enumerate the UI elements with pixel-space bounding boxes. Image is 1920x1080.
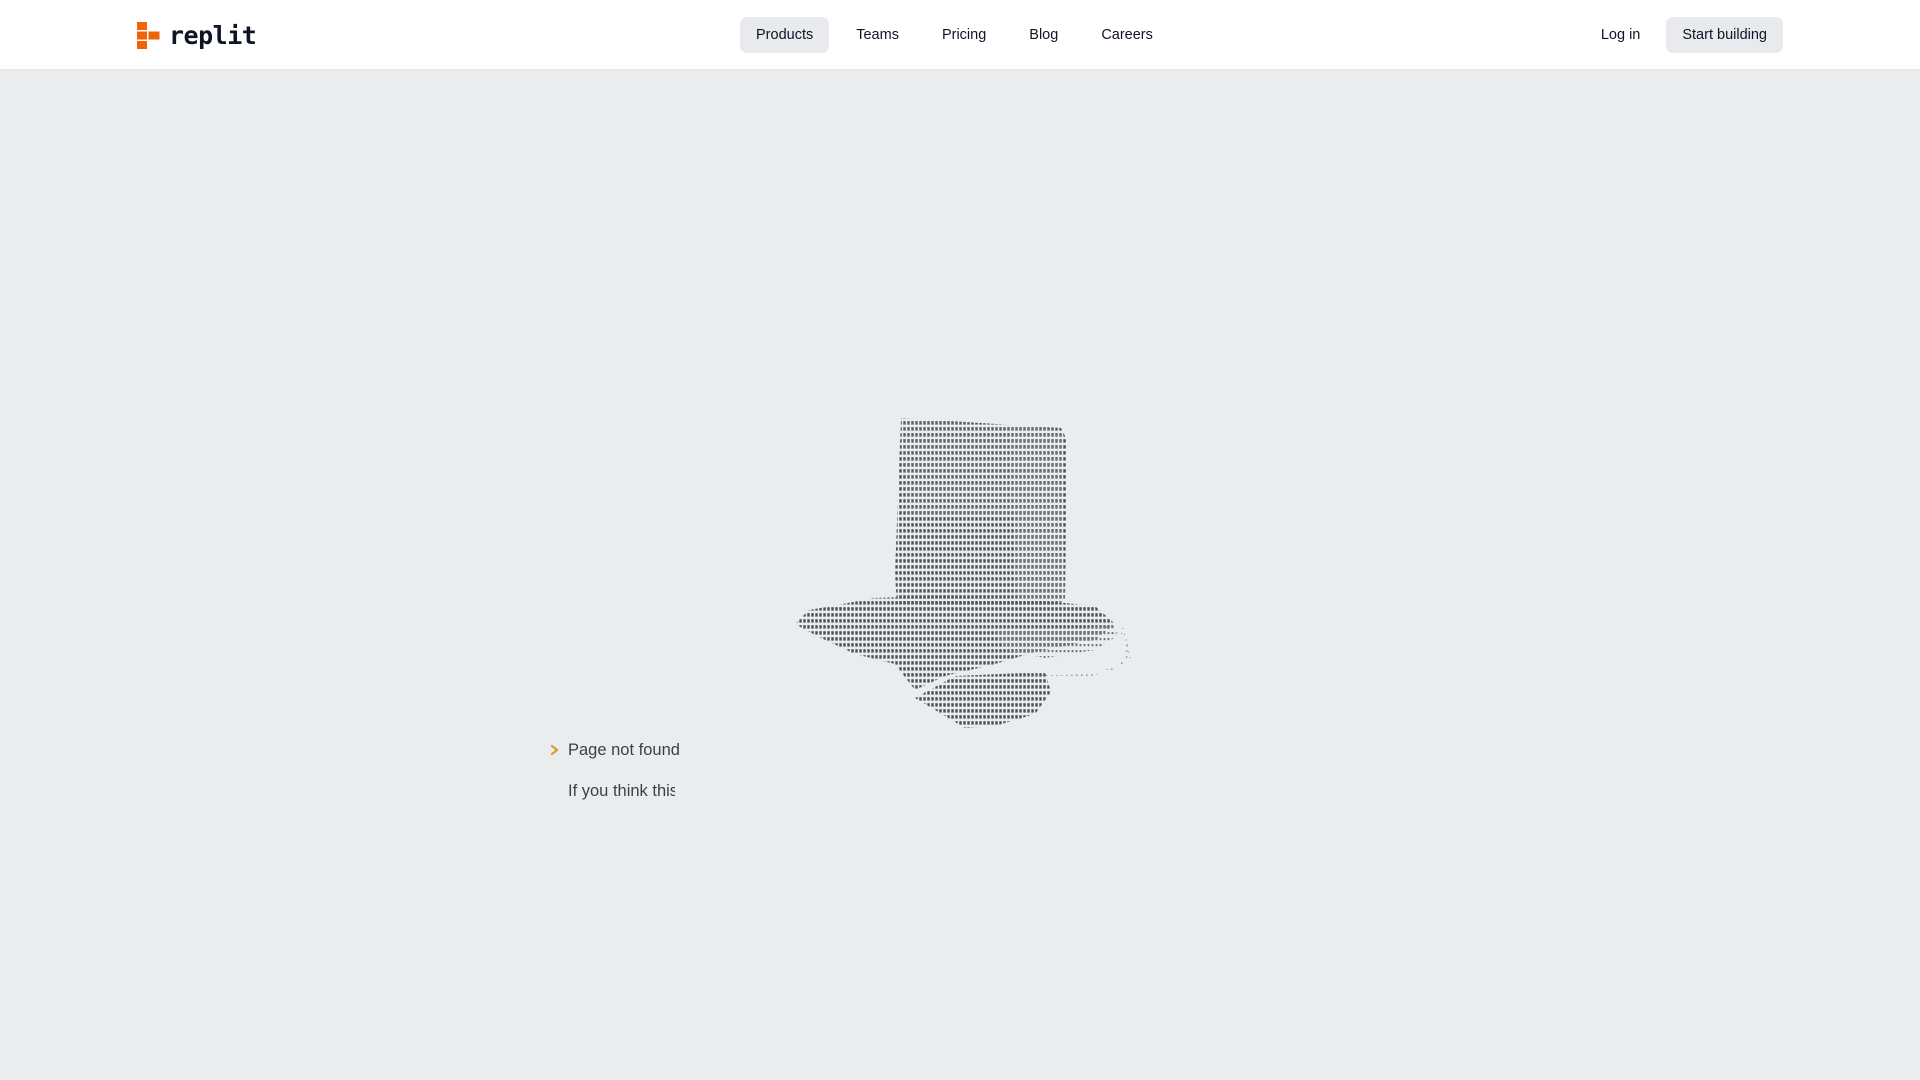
- not-found-description: If you think this: [568, 782, 675, 800]
- nav-careers[interactable]: Careers: [1085, 17, 1169, 53]
- auth-actions: Log in Start building: [1585, 17, 1783, 53]
- nav-teams[interactable]: Teams: [840, 17, 915, 53]
- replit-logo-icon: [137, 21, 160, 49]
- replit-logo[interactable]: replit: [137, 20, 257, 50]
- not-found-title: Page not found: [568, 740, 680, 759]
- nav-pricing[interactable]: Pricing: [926, 17, 1002, 53]
- start-building-button[interactable]: Start building: [1666, 17, 1783, 53]
- top-navbar: replit Products Teams Pricing Blog Caree…: [0, 0, 1920, 70]
- primary-nav: Products Teams Pricing Blog Careers: [740, 17, 1169, 53]
- nav-products[interactable]: Products: [740, 17, 830, 53]
- login-link[interactable]: Log in: [1585, 17, 1657, 53]
- nav-blog[interactable]: Blog: [1013, 17, 1074, 53]
- not-found-section: Page not found If you think this: [550, 738, 680, 803]
- ascii-art-illustration: [795, 418, 1132, 728]
- chevron-right-icon: [550, 744, 559, 756]
- logo-wordmark: replit: [169, 20, 257, 50]
